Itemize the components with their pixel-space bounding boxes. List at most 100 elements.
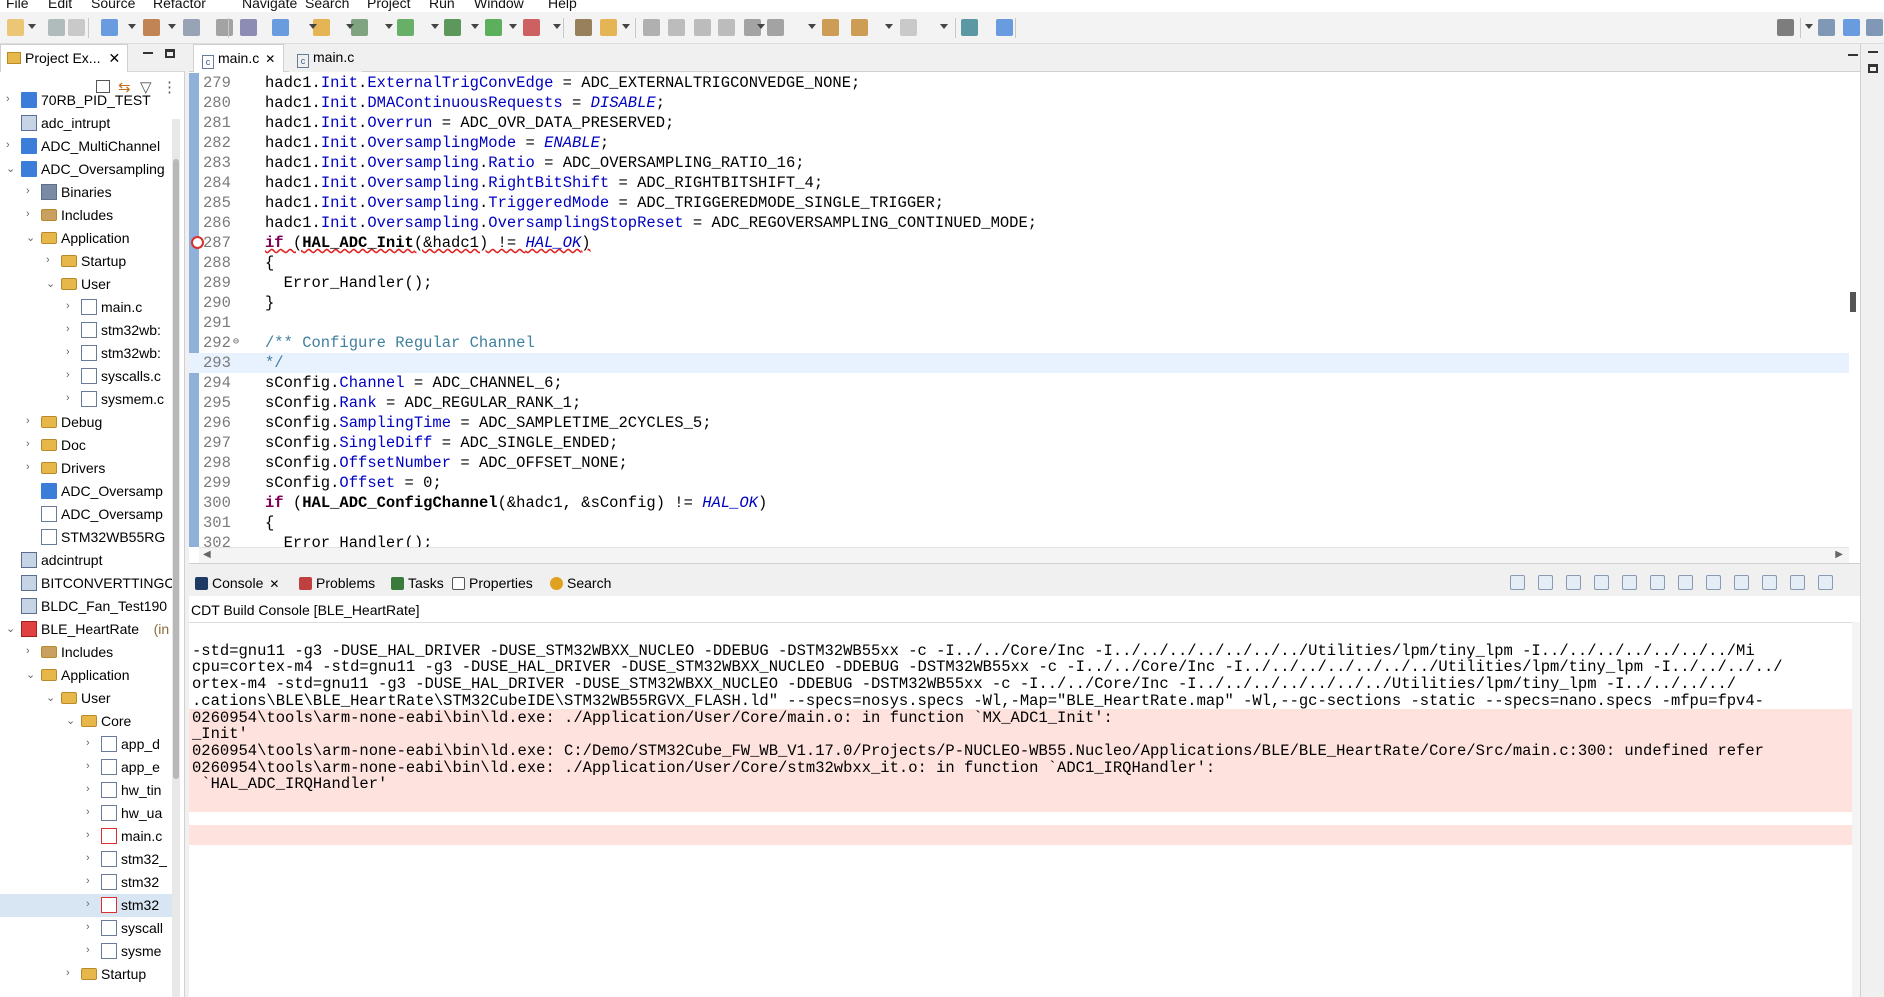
menu-refactor[interactable]: Refactor: [153, 0, 206, 11]
chevron-right-icon[interactable]: ›: [26, 185, 36, 199]
code-line[interactable]: 281 hadc1.Init.Overrun = ADC_OVR_DATA_PRE…: [189, 113, 1849, 133]
chevron-right-icon[interactable]: ›: [6, 93, 16, 107]
skip-breakpoints-icon[interactable]: [216, 19, 233, 36]
tab-tasks[interactable]: Tasks: [391, 575, 444, 591]
menu-edit[interactable]: Edit: [48, 0, 72, 11]
chevron-down-icon[interactable]: [885, 24, 893, 29]
chevron-down-icon[interactable]: [1805, 24, 1813, 29]
chevron-right-icon[interactable]: ›: [46, 254, 56, 268]
tree-item[interactable]: › syscall: [0, 917, 180, 940]
code-line[interactable]: 286 hadc1.Init.Oversampling.OversamplingS…: [189, 213, 1849, 233]
chevron-right-icon[interactable]: ›: [26, 461, 36, 475]
code-line[interactable]: 302 Error_Handler();: [189, 533, 1849, 547]
chevron-down-icon[interactable]: [168, 24, 176, 29]
minimize-icon[interactable]: [1848, 54, 1858, 56]
chevron-right-icon[interactable]: ›: [66, 369, 76, 383]
code-line[interactable]: 283 hadc1.Init.Oversampling.Ratio = ADC_O…: [189, 153, 1849, 173]
clear-icon[interactable]: [1622, 575, 1637, 590]
minimize-icon[interactable]: [1868, 51, 1878, 53]
chevron-down-icon[interactable]: [553, 24, 561, 29]
tree-item[interactable]: ⌄ Application: [0, 227, 180, 250]
chevron-down-icon[interactable]: [940, 24, 948, 29]
debug-config-icon[interactable]: [183, 19, 200, 36]
chevron-down-icon[interactable]: ⌄: [6, 622, 16, 636]
close-icon[interactable]: ✕: [265, 52, 275, 66]
chevron-right-icon[interactable]: ›: [86, 783, 96, 797]
tree-item[interactable]: › Startup: [0, 963, 180, 986]
display-icon[interactable]: [1734, 575, 1749, 590]
chevron-right-icon[interactable]: ›: [86, 760, 96, 774]
refresh-icon[interactable]: [397, 19, 414, 36]
tree-item[interactable]: ⌄ Application: [0, 664, 180, 687]
code-line[interactable]: 299 sConfig.Offset = 0;: [189, 473, 1849, 493]
scroll-left-icon[interactable]: ◀: [203, 549, 211, 560]
open-type-icon[interactable]: [575, 19, 592, 36]
explorer-scrollbar-thumb[interactable]: [173, 159, 179, 779]
console-output[interactable]: -std=gnu11 -g3 -DUSE_HAL_DRIVER -DUSE_ST…: [189, 622, 1860, 997]
tree-item[interactable]: › Binaries: [0, 181, 180, 204]
info-icon[interactable]: [996, 19, 1013, 36]
tree-item[interactable]: › Startup: [0, 250, 180, 273]
code-line[interactable]: 296 sConfig.SamplingTime = ADC_SAMPLETIME…: [189, 413, 1849, 433]
tree-item[interactable]: ⌄ Core: [0, 710, 180, 733]
code-line[interactable]: 284 hadc1.Init.Oversampling.RightBitShift…: [189, 173, 1849, 193]
chevron-right-icon[interactable]: ›: [86, 806, 96, 820]
word-wrap-icon[interactable]: [1678, 575, 1693, 590]
code-line[interactable]: 294 sConfig.Channel = ADC_CHANNEL_6;: [189, 373, 1849, 393]
save-all-icon[interactable]: [68, 19, 85, 36]
chevron-right-icon[interactable]: ›: [26, 645, 36, 659]
chevron-right-icon[interactable]: ›: [26, 208, 36, 222]
tree-item[interactable]: › hw_ua: [0, 802, 180, 825]
close-icon[interactable]: ✕: [269, 577, 279, 591]
code-line[interactable]: 293 */: [189, 353, 1849, 373]
tree-item[interactable]: › syscalls.c: [0, 365, 180, 388]
explorer-scrollbar[interactable]: [172, 119, 180, 997]
debug-icon[interactable]: [444, 19, 461, 36]
maximize-icon[interactable]: [1868, 64, 1878, 73]
tab-console[interactable]: Console ✕: [195, 575, 279, 591]
code-line[interactable]: 288 {: [189, 253, 1849, 273]
open-perspective-icon[interactable]: [961, 19, 978, 36]
new-console-icon[interactable]: [1762, 575, 1777, 590]
tree-item[interactable]: › sysme: [0, 940, 180, 963]
tree-item[interactable]: › 70RB_PID_TEST: [0, 89, 180, 112]
chevron-right-icon[interactable]: ›: [86, 875, 96, 889]
chevron-down-icon[interactable]: [385, 24, 393, 29]
minimize-icon[interactable]: [143, 52, 153, 54]
chevron-right-icon[interactable]: ›: [86, 737, 96, 751]
chevron-down-icon[interactable]: ⌄: [66, 714, 76, 728]
perspective-mx-icon[interactable]: [1843, 19, 1860, 36]
chevron-right-icon[interactable]: ›: [66, 300, 76, 314]
toggle-mark-icon[interactable]: [668, 19, 685, 36]
code-line[interactable]: 280 hadc1.Init.DMAContinuousRequests = DI…: [189, 93, 1849, 113]
build-config-icon[interactable]: [101, 19, 118, 36]
arrow-down-icon[interactable]: [1538, 575, 1553, 590]
tree-item[interactable]: adc_intrupt: [0, 112, 180, 135]
chevron-right-icon[interactable]: ›: [86, 898, 96, 912]
chevron-right-icon[interactable]: ›: [26, 438, 36, 452]
tree-item[interactable]: › app_e: [0, 756, 180, 779]
code-line[interactable]: 287 if (HAL_ADC_Init(&hadc1) != HAL_OK): [189, 233, 1849, 253]
code-line[interactable]: 298 sConfig.OffsetNumber = ADC_OFFSET_NON…: [189, 453, 1849, 473]
chevron-right-icon[interactable]: ›: [66, 392, 76, 406]
perspective-c-icon[interactable]: [1818, 19, 1835, 36]
tree-item[interactable]: › sysmem.c: [0, 388, 180, 411]
prefs-icon[interactable]: [240, 19, 257, 36]
tree-item[interactable]: STM32WB55RG: [0, 526, 180, 549]
chevron-down-icon[interactable]: [757, 24, 765, 29]
menu-window[interactable]: Window: [474, 0, 524, 11]
chevron-down-icon[interactable]: [509, 24, 517, 29]
external-tools-icon[interactable]: [523, 19, 540, 36]
tree-item[interactable]: › stm32_: [0, 848, 180, 871]
new-project-icon[interactable]: [272, 19, 289, 36]
menu-file[interactable]: File: [6, 0, 29, 11]
chevron-down-icon[interactable]: ⌄: [46, 277, 56, 291]
close-icon[interactable]: ✕: [108, 50, 120, 66]
save-icon[interactable]: [48, 19, 65, 36]
code-editor[interactable]: 279 hadc1.Init.ExternalTrigConvEdge = ADC…: [189, 73, 1849, 547]
chevron-right-icon[interactable]: ›: [26, 415, 36, 429]
tab-project-explorer[interactable]: Project Ex... ✕: [0, 44, 128, 72]
tab-properties[interactable]: Properties: [452, 575, 533, 591]
chevron-right-icon[interactable]: ›: [86, 852, 96, 866]
tree-item[interactable]: › app_d: [0, 733, 180, 756]
